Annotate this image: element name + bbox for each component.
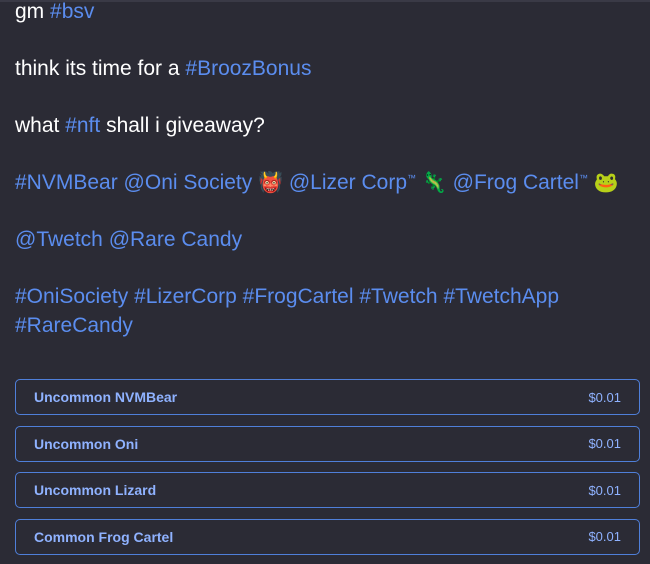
ogre-emoji-icon: 👹 (258, 170, 283, 194)
poll-option-price: $0.01 (588, 482, 621, 498)
post-text: shall i giveaway? (100, 114, 265, 137)
poll-option-label: Uncommon NVMBear (34, 389, 178, 405)
hashtag-link[interactable]: #FrogCartel (243, 285, 354, 308)
poll-option-price: $0.01 (588, 389, 621, 405)
post-line-5: @Twetch @Rare Candy (15, 225, 640, 254)
hashtag-link[interactable]: #Twetch (359, 285, 437, 308)
hashtag-link[interactable]: #OniSociety (15, 285, 128, 308)
poll-option-button[interactable]: Common Frog Cartel $0.01 (15, 518, 640, 555)
post-text: what (15, 114, 66, 137)
mention-link[interactable]: @Oni Society (124, 171, 253, 194)
hashtag-link[interactable]: #bsv (50, 0, 94, 23)
poll-option-label: Common Frog Cartel (34, 528, 174, 545)
hashtag-link[interactable]: #nft (65, 114, 100, 137)
hashtag-link[interactable]: #LizerCorp (134, 285, 237, 308)
frog-emoji-icon: 🐸 (593, 170, 619, 194)
mention-link[interactable]: @Twetch (15, 228, 103, 251)
post-text: gm (15, 0, 51, 23)
hashtag-link[interactable]: #BroozBonus (185, 57, 311, 80)
poll-option-label: Uncommon Oni (34, 435, 139, 452)
poll-options: Uncommon NVMBear $0.01 Uncommon Oni $0.0… (15, 379, 640, 564)
post-line-6: #OniSociety #LizerCorp #FrogCartel #Twet… (15, 282, 640, 311)
mention-link[interactable]: @Rare Candy (109, 228, 242, 251)
post-line-3: what #nft shall i giveaway? (15, 111, 640, 140)
hashtag-link[interactable]: #TwetchApp (443, 285, 559, 308)
hashtag-link[interactable]: #NVMBear (15, 171, 118, 194)
trademark-mark: ™ (578, 173, 588, 183)
hashtag-link[interactable]: #RareCandy (15, 314, 133, 337)
post-line-4: #NVMBear @Oni Society 👹 @Lizer Corp™ 🦎 @… (15, 168, 640, 197)
poll-option-button[interactable]: Uncommon NVMBear $0.01 (15, 379, 640, 415)
post-line-7: #RareCandy (15, 311, 640, 340)
post-text: think its time for a (15, 57, 186, 80)
post-line-2: think its time for a #BroozBonus (15, 54, 640, 83)
post-line-1: gm #bsv (15, 0, 640, 26)
post-body: gm #bsv think its time for a #BroozBonus… (15, 0, 640, 340)
mention-link[interactable]: @Lizer Corp (289, 171, 407, 194)
poll-option-label: Uncommon Lizard (34, 482, 157, 498)
poll-option-button[interactable]: Uncommon Oni $0.01 (15, 425, 640, 462)
lizard-emoji-icon: 🦎 (421, 170, 447, 194)
poll-option-price: $0.01 (588, 529, 621, 544)
poll-option-price: $0.01 (588, 436, 621, 451)
mention-link[interactable]: @Frog Cartel (453, 171, 579, 194)
trademark-mark: ™ (407, 173, 417, 183)
poll-option-button[interactable]: Uncommon Lizard $0.01 (15, 472, 640, 508)
